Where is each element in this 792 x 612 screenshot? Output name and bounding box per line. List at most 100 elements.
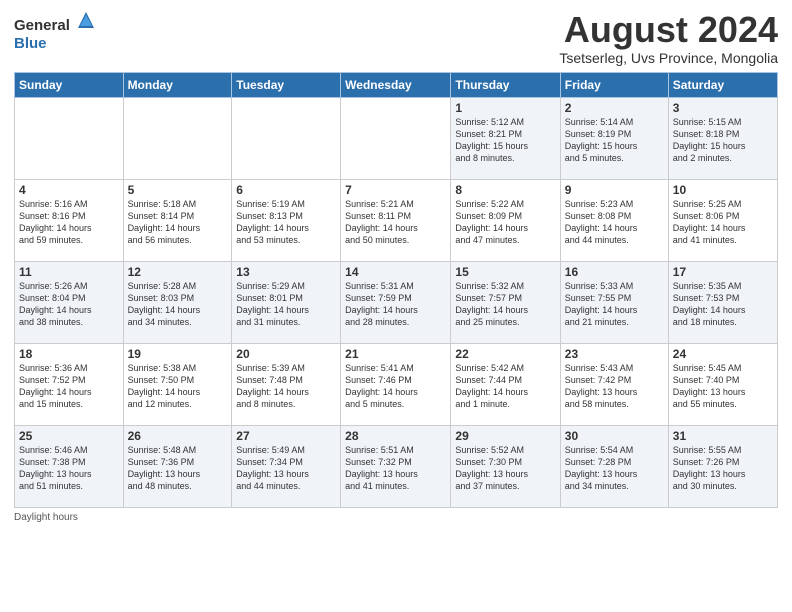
day-number: 28: [345, 429, 446, 443]
day-info: Sunrise: 5:32 AM Sunset: 7:57 PM Dayligh…: [455, 280, 555, 329]
calendar-cell: 31Sunrise: 5:55 AM Sunset: 7:26 PM Dayli…: [668, 425, 777, 507]
calendar-cell: 3Sunrise: 5:15 AM Sunset: 8:18 PM Daylig…: [668, 97, 777, 179]
day-info: Sunrise: 5:35 AM Sunset: 7:53 PM Dayligh…: [673, 280, 773, 329]
day-number: 4: [19, 183, 119, 197]
day-number: 7: [345, 183, 446, 197]
day-info: Sunrise: 5:54 AM Sunset: 7:28 PM Dayligh…: [565, 444, 664, 493]
calendar-cell: 6Sunrise: 5:19 AM Sunset: 8:13 PM Daylig…: [232, 179, 341, 261]
footer: Daylight hours: [14, 512, 778, 523]
weekday-header-wednesday: Wednesday: [341, 72, 451, 97]
day-info: Sunrise: 5:31 AM Sunset: 7:59 PM Dayligh…: [345, 280, 446, 329]
calendar-cell: [232, 97, 341, 179]
day-info: Sunrise: 5:25 AM Sunset: 8:06 PM Dayligh…: [673, 198, 773, 247]
calendar-cell: 22Sunrise: 5:42 AM Sunset: 7:44 PM Dayli…: [451, 343, 560, 425]
logo: General Blue: [14, 10, 96, 53]
day-info: Sunrise: 5:22 AM Sunset: 8:09 PM Dayligh…: [455, 198, 555, 247]
day-number: 2: [565, 101, 664, 115]
day-info: Sunrise: 5:33 AM Sunset: 7:55 PM Dayligh…: [565, 280, 664, 329]
calendar-cell: 29Sunrise: 5:52 AM Sunset: 7:30 PM Dayli…: [451, 425, 560, 507]
day-info: Sunrise: 5:14 AM Sunset: 8:19 PM Dayligh…: [565, 116, 664, 165]
day-number: 26: [128, 429, 228, 443]
weekday-header-tuesday: Tuesday: [232, 72, 341, 97]
weekday-header-monday: Monday: [123, 72, 232, 97]
day-info: Sunrise: 5:55 AM Sunset: 7:26 PM Dayligh…: [673, 444, 773, 493]
day-info: Sunrise: 5:41 AM Sunset: 7:46 PM Dayligh…: [345, 362, 446, 411]
calendar-cell: 18Sunrise: 5:36 AM Sunset: 7:52 PM Dayli…: [15, 343, 124, 425]
header: General Blue August 2024 Tsetserleg, Uvs…: [14, 10, 778, 66]
calendar-week-5: 25Sunrise: 5:46 AM Sunset: 7:38 PM Dayli…: [15, 425, 778, 507]
day-number: 25: [19, 429, 119, 443]
day-info: Sunrise: 5:23 AM Sunset: 8:08 PM Dayligh…: [565, 198, 664, 247]
day-number: 9: [565, 183, 664, 197]
weekday-header-thursday: Thursday: [451, 72, 560, 97]
day-number: 1: [455, 101, 555, 115]
calendar-cell: 24Sunrise: 5:45 AM Sunset: 7:40 PM Dayli…: [668, 343, 777, 425]
day-info: Sunrise: 5:38 AM Sunset: 7:50 PM Dayligh…: [128, 362, 228, 411]
calendar-cell: 30Sunrise: 5:54 AM Sunset: 7:28 PM Dayli…: [560, 425, 668, 507]
day-number: 23: [565, 347, 664, 361]
day-number: 18: [19, 347, 119, 361]
day-number: 21: [345, 347, 446, 361]
day-info: Sunrise: 5:18 AM Sunset: 8:14 PM Dayligh…: [128, 198, 228, 247]
calendar-cell: 15Sunrise: 5:32 AM Sunset: 7:57 PM Dayli…: [451, 261, 560, 343]
day-number: 12: [128, 265, 228, 279]
calendar-cell: 21Sunrise: 5:41 AM Sunset: 7:46 PM Dayli…: [341, 343, 451, 425]
calendar-cell: 28Sunrise: 5:51 AM Sunset: 7:32 PM Dayli…: [341, 425, 451, 507]
subtitle: Tsetserleg, Uvs Province, Mongolia: [559, 50, 778, 66]
day-info: Sunrise: 5:45 AM Sunset: 7:40 PM Dayligh…: [673, 362, 773, 411]
day-info: Sunrise: 5:43 AM Sunset: 7:42 PM Dayligh…: [565, 362, 664, 411]
day-number: 17: [673, 265, 773, 279]
day-number: 20: [236, 347, 336, 361]
calendar-week-1: 1Sunrise: 5:12 AM Sunset: 8:21 PM Daylig…: [15, 97, 778, 179]
calendar-cell: 19Sunrise: 5:38 AM Sunset: 7:50 PM Dayli…: [123, 343, 232, 425]
day-number: 13: [236, 265, 336, 279]
calendar-cell: 2Sunrise: 5:14 AM Sunset: 8:19 PM Daylig…: [560, 97, 668, 179]
day-number: 16: [565, 265, 664, 279]
calendar-cell: 16Sunrise: 5:33 AM Sunset: 7:55 PM Dayli…: [560, 261, 668, 343]
calendar-cell: [123, 97, 232, 179]
day-info: Sunrise: 5:48 AM Sunset: 7:36 PM Dayligh…: [128, 444, 228, 493]
day-number: 15: [455, 265, 555, 279]
day-number: 24: [673, 347, 773, 361]
day-number: 5: [128, 183, 228, 197]
day-number: 10: [673, 183, 773, 197]
day-info: Sunrise: 5:39 AM Sunset: 7:48 PM Dayligh…: [236, 362, 336, 411]
calendar-cell: 5Sunrise: 5:18 AM Sunset: 8:14 PM Daylig…: [123, 179, 232, 261]
day-info: Sunrise: 5:29 AM Sunset: 8:01 PM Dayligh…: [236, 280, 336, 329]
day-info: Sunrise: 5:36 AM Sunset: 7:52 PM Dayligh…: [19, 362, 119, 411]
day-info: Sunrise: 5:51 AM Sunset: 7:32 PM Dayligh…: [345, 444, 446, 493]
calendar-table: SundayMondayTuesdayWednesdayThursdayFrid…: [14, 72, 778, 508]
day-info: Sunrise: 5:12 AM Sunset: 8:21 PM Dayligh…: [455, 116, 555, 165]
footer-label: Daylight hours: [14, 512, 78, 523]
calendar-week-3: 11Sunrise: 5:26 AM Sunset: 8:04 PM Dayli…: [15, 261, 778, 343]
calendar-cell: 8Sunrise: 5:22 AM Sunset: 8:09 PM Daylig…: [451, 179, 560, 261]
calendar-week-2: 4Sunrise: 5:16 AM Sunset: 8:16 PM Daylig…: [15, 179, 778, 261]
calendar-cell: 11Sunrise: 5:26 AM Sunset: 8:04 PM Dayli…: [15, 261, 124, 343]
day-number: 8: [455, 183, 555, 197]
calendar-cell: 20Sunrise: 5:39 AM Sunset: 7:48 PM Dayli…: [232, 343, 341, 425]
day-info: Sunrise: 5:49 AM Sunset: 7:34 PM Dayligh…: [236, 444, 336, 493]
day-number: 6: [236, 183, 336, 197]
day-info: Sunrise: 5:16 AM Sunset: 8:16 PM Dayligh…: [19, 198, 119, 247]
calendar-cell: 1Sunrise: 5:12 AM Sunset: 8:21 PM Daylig…: [451, 97, 560, 179]
day-info: Sunrise: 5:46 AM Sunset: 7:38 PM Dayligh…: [19, 444, 119, 493]
calendar-cell: [341, 97, 451, 179]
calendar-cell: 12Sunrise: 5:28 AM Sunset: 8:03 PM Dayli…: [123, 261, 232, 343]
day-info: Sunrise: 5:28 AM Sunset: 8:03 PM Dayligh…: [128, 280, 228, 329]
weekday-header-saturday: Saturday: [668, 72, 777, 97]
calendar-cell: 23Sunrise: 5:43 AM Sunset: 7:42 PM Dayli…: [560, 343, 668, 425]
weekday-header-row: SundayMondayTuesdayWednesdayThursdayFrid…: [15, 72, 778, 97]
logo-icon: [76, 10, 96, 30]
day-number: 11: [19, 265, 119, 279]
day-info: Sunrise: 5:15 AM Sunset: 8:18 PM Dayligh…: [673, 116, 773, 165]
calendar-cell: 25Sunrise: 5:46 AM Sunset: 7:38 PM Dayli…: [15, 425, 124, 507]
day-info: Sunrise: 5:19 AM Sunset: 8:13 PM Dayligh…: [236, 198, 336, 247]
day-number: 31: [673, 429, 773, 443]
day-info: Sunrise: 5:52 AM Sunset: 7:30 PM Dayligh…: [455, 444, 555, 493]
calendar-cell: 10Sunrise: 5:25 AM Sunset: 8:06 PM Dayli…: [668, 179, 777, 261]
calendar-cell: 26Sunrise: 5:48 AM Sunset: 7:36 PM Dayli…: [123, 425, 232, 507]
calendar-cell: [15, 97, 124, 179]
calendar-cell: 27Sunrise: 5:49 AM Sunset: 7:34 PM Dayli…: [232, 425, 341, 507]
month-title: August 2024: [559, 10, 778, 50]
day-number: 3: [673, 101, 773, 115]
